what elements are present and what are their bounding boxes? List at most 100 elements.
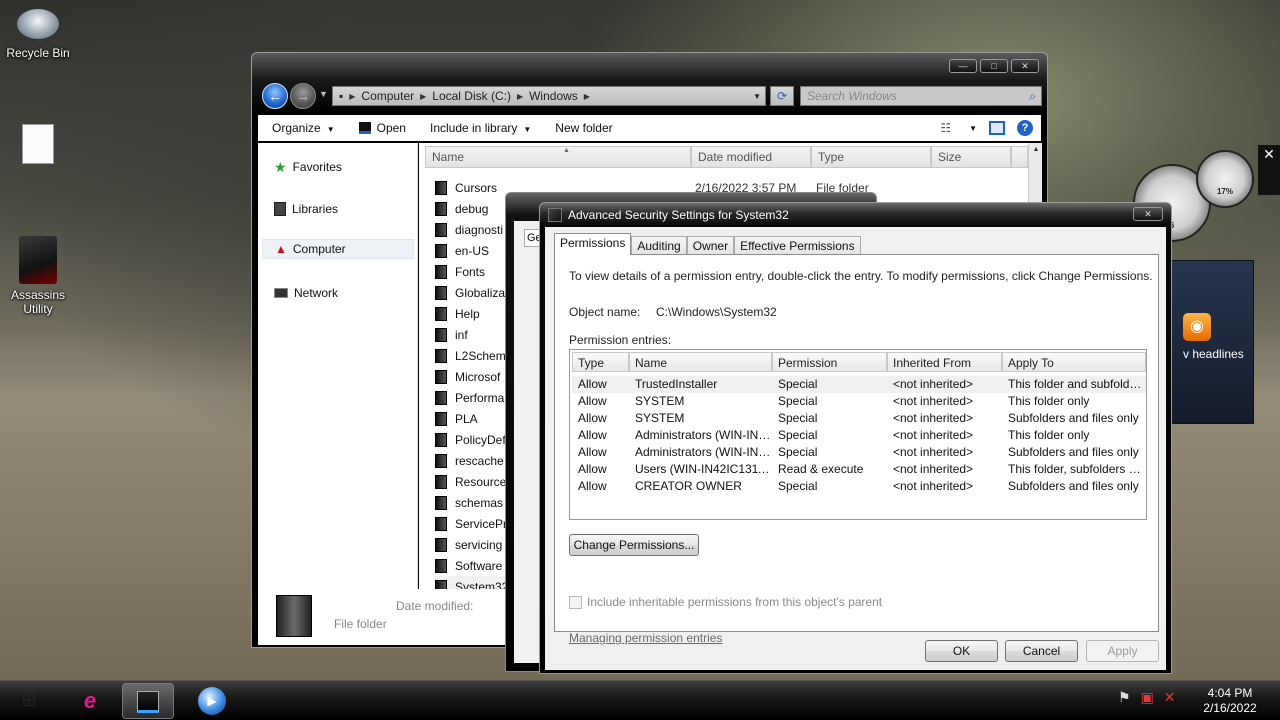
- rss-icon: ◉: [1183, 313, 1211, 341]
- column-header-type[interactable]: Type: [811, 146, 931, 168]
- maximize-button[interactable]: □: [980, 59, 1008, 73]
- managing-permissions-link[interactable]: Managing permission entries: [569, 631, 722, 645]
- computer-icon: ▲: [275, 242, 287, 256]
- star-icon: ★: [274, 158, 287, 175]
- desktop-icon-recycle-bin[interactable]: Recycle Bin: [0, 8, 76, 60]
- forward-arrow-icon[interactable]: →: [290, 83, 316, 109]
- help-icon[interactable]: ?: [1017, 120, 1033, 136]
- desktop-icon-document[interactable]: [0, 124, 76, 164]
- desktop-icon-assassins-utility[interactable]: Assassins Utility: [0, 236, 76, 316]
- nav-label-favorites: Favorites: [292, 160, 342, 174]
- minimize-button[interactable]: —: [949, 59, 977, 73]
- dialog-close-button[interactable]: ✕: [1133, 207, 1163, 221]
- permission-cell-name: SYSTEM: [635, 411, 685, 425]
- scroll-up-icon[interactable]: ▲: [1029, 143, 1042, 157]
- nav-item-favorites[interactable]: ★ Favorites: [274, 157, 342, 177]
- permission-row[interactable]: Allow Administrators (WIN-IN42I... Special…: [572, 444, 1146, 461]
- include-in-library-button[interactable]: Include in library ▼: [416, 121, 541, 135]
- navigation-pane: ★ Favorites Libraries ▲ Computer Network: [258, 143, 418, 643]
- perm-column-name[interactable]: Name: [629, 352, 772, 372]
- clock[interactable]: 4:04 PM 2/16/2022: [1190, 686, 1270, 716]
- instructions-text: To view details of a permission entry, d…: [569, 269, 1153, 283]
- breadcrumb-computer[interactable]: Computer: [355, 89, 420, 103]
- permission-cell-inherited: <not inherited>: [893, 445, 974, 459]
- search-icon[interactable]: ⌕: [1029, 89, 1036, 104]
- checkbox-box[interactable]: [569, 595, 582, 609]
- views-icon[interactable]: ☷: [940, 121, 951, 135]
- object-name-value: C:\Windows\System32: [656, 305, 777, 319]
- permission-row[interactable]: Allow TrustedInstaller Special <not inherit…: [572, 376, 1146, 393]
- organize-button[interactable]: Organize ▼: [258, 121, 345, 135]
- ram-meter-gadget[interactable]: 17%: [1196, 150, 1254, 208]
- action-center-flag-icon[interactable]: ⚑: [1118, 689, 1131, 706]
- address-dropdown-icon[interactable]: ▼: [753, 92, 761, 101]
- perm-column-apply-to[interactable]: Apply To: [1002, 352, 1146, 372]
- change-permissions-button[interactable]: Change Permissions...: [569, 534, 699, 556]
- cancel-button[interactable]: Cancel: [1005, 640, 1078, 662]
- folder-icon: [435, 201, 447, 216]
- tab-permissions[interactable]: Permissions: [554, 233, 632, 255]
- include-inheritable-checkbox[interactable]: Include inheritable permissions from thi…: [569, 595, 882, 609]
- folder-thumbnail-icon: [276, 595, 312, 637]
- apply-button[interactable]: Apply: [1086, 640, 1159, 662]
- column-header-name[interactable]: Name ▲: [425, 146, 691, 168]
- permission-cell-type: Allow: [578, 428, 607, 442]
- chevron-down-icon[interactable]: ▼: [969, 124, 977, 133]
- tab-effective-permissions[interactable]: Effective Permissions: [734, 236, 861, 255]
- nav-item-network[interactable]: Network: [274, 283, 338, 303]
- permission-row[interactable]: Allow SYSTEM Special <not inherited> This fo…: [572, 393, 1146, 410]
- perm-column-inherited[interactable]: Inherited From: [887, 352, 1002, 372]
- perm-column-type[interactable]: Type: [572, 352, 629, 372]
- refresh-icon[interactable]: ⟳: [770, 86, 794, 106]
- column-header-date[interactable]: Date modified: [691, 146, 811, 168]
- start-button[interactable]: ⊞: [14, 685, 44, 715]
- column-header-size[interactable]: Size: [931, 146, 1011, 168]
- permission-row[interactable]: Allow CREATOR OWNER Special <not inherited>…: [572, 478, 1146, 495]
- command-bar: Organize ▼ Open Include in library ▼ New f…: [258, 115, 1041, 141]
- permission-cell-apply: This folder only: [1008, 428, 1090, 442]
- ok-button[interactable]: OK: [925, 640, 998, 662]
- windows-explorer-taskbar-button[interactable]: [122, 683, 174, 719]
- new-folder-button[interactable]: New folder: [541, 121, 622, 135]
- tab-auditing[interactable]: Auditing: [631, 236, 687, 255]
- folder-icon: [435, 411, 447, 426]
- close-button[interactable]: ✕: [1011, 59, 1039, 73]
- breadcrumb-separator-icon[interactable]: ▶: [584, 92, 590, 101]
- breadcrumb-windows[interactable]: Windows: [523, 89, 584, 103]
- permission-cell-inherited: <not inherited>: [893, 462, 974, 476]
- permission-entries-list[interactable]: Type Name Permission Inherited From Appl…: [569, 349, 1147, 520]
- nav-item-libraries[interactable]: Libraries: [274, 199, 338, 219]
- column-header-more[interactable]: [1011, 146, 1028, 168]
- permission-cell-inherited: <not inherited>: [893, 394, 974, 408]
- tab-owner[interactable]: Owner: [686, 236, 735, 255]
- permission-row[interactable]: Allow Administrators (WIN-IN42I... Special…: [572, 427, 1146, 444]
- internet-explorer-taskbar-icon[interactable]: e: [64, 683, 116, 719]
- network-status-icon[interactable]: ▣: [1141, 689, 1154, 706]
- perm-column-permission[interactable]: Permission: [772, 352, 887, 372]
- permission-row[interactable]: Allow Users (WIN-IN42IC1311V... Read & exe…: [572, 461, 1146, 478]
- folder-icon: [435, 264, 447, 279]
- nav-item-computer[interactable]: ▲ Computer: [262, 239, 414, 259]
- permission-row[interactable]: Allow SYSTEM Special <not inherited> Subfold…: [572, 410, 1146, 427]
- volume-muted-icon[interactable]: ✕: [1164, 689, 1176, 706]
- media-player-taskbar-button[interactable]: ▶: [186, 683, 238, 719]
- file-name: inf: [455, 327, 468, 342]
- recent-pages-chevron-icon[interactable]: ▼: [319, 89, 328, 99]
- permission-entries-label: Permission entries:: [569, 333, 672, 347]
- permission-cell-type: Allow: [578, 462, 607, 476]
- security-dialog-icon: [548, 208, 562, 222]
- permission-cell-type: Allow: [578, 377, 607, 391]
- gadget-close-icon[interactable]: ✕: [1258, 145, 1280, 163]
- file-name: en-US: [455, 243, 490, 258]
- search-input[interactable]: Search Windows ⌕: [800, 86, 1042, 106]
- permission-cell-inherited: <not inherited>: [893, 411, 974, 425]
- permission-cell-name: Users (WIN-IN42IC1311V...: [635, 462, 773, 476]
- details-pane: Date modified: File folder: [258, 589, 510, 645]
- open-button[interactable]: Open: [345, 121, 416, 135]
- address-bar[interactable]: ▪ ▶ Computer ▶ Local Disk (C:) ▶ Windows…: [332, 86, 766, 106]
- permission-cell-permission: Special: [778, 394, 818, 408]
- feed-headlines-gadget[interactable]: ◉ v headlines: [1170, 260, 1254, 424]
- preview-pane-icon[interactable]: [989, 121, 1005, 135]
- breadcrumb-local-disk[interactable]: Local Disk (C:): [426, 89, 517, 103]
- back-arrow-icon[interactable]: ←: [262, 83, 288, 109]
